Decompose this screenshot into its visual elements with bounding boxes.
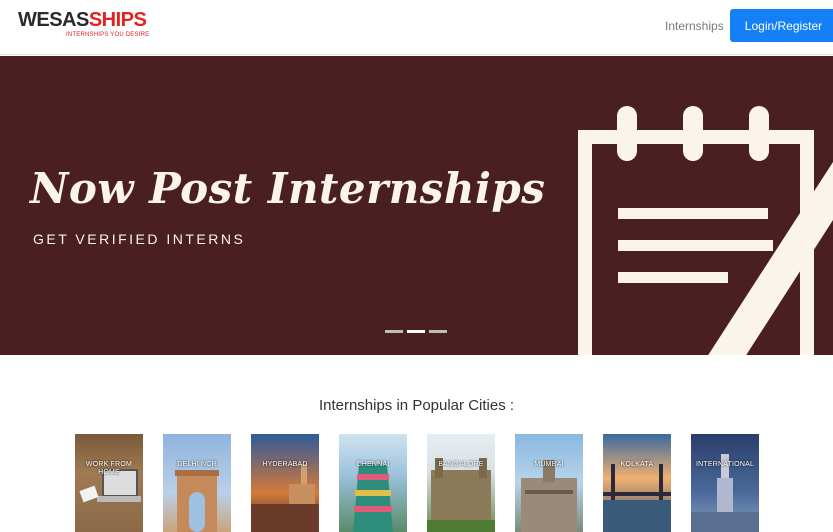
city-tile-kolkata[interactable]: KOLKATA [603, 434, 671, 532]
hero-subtitle: GET VERIFIED INTERNS [33, 231, 246, 247]
hero-carousel: Now Post Internships GET VERIFIED INTERN… [0, 56, 833, 355]
cst-station-image [521, 460, 577, 532]
city-tile-bangalore[interactable]: BANGALORE [427, 434, 495, 532]
temple-image [353, 464, 393, 532]
city-label: HYDERABAD [262, 461, 308, 468]
carousel-indicator-2[interactable] [407, 330, 425, 333]
city-tile-hyderabad[interactable]: HYDERABAD [251, 434, 319, 532]
city-label: DELHI NCR [177, 461, 217, 468]
logo-text-accent: SHIPS [88, 9, 147, 31]
india-gate-image [175, 470, 219, 532]
city-label: CHENNAI [356, 461, 390, 468]
navbar: WESASSHIPS INTERNSHIPS YOU DESIRE Intern… [0, 0, 833, 55]
logo-text-primary: WESAS [18, 9, 89, 31]
laptop-image [79, 469, 141, 503]
city-tile-work-from-home[interactable]: WORK FROM HOME [75, 434, 143, 532]
city-tile-mumbai[interactable]: MUMBAI [515, 434, 583, 532]
login-register-button[interactable]: Login/Register [730, 9, 833, 42]
popular-cities-heading: Internships in Popular Cities : [318, 397, 515, 414]
carousel-indicators [385, 330, 447, 333]
empire-state-image [691, 454, 759, 532]
internships-dropdown-label: Internships [665, 19, 724, 33]
city-label: WORK FROM HOME [85, 461, 133, 476]
city-tile-international[interactable]: INTERNATIONAL [691, 434, 759, 532]
city-tile-delhi-ncr[interactable]: DELHI NCR [163, 434, 231, 532]
notepad-pencil-icon [578, 106, 833, 355]
city-label: INTERNATIONAL [695, 461, 755, 468]
city-label: KOLKATA [620, 461, 654, 468]
carousel-indicator-3[interactable] [429, 330, 447, 333]
city-label: MUMBAI [534, 461, 564, 468]
carousel-indicator-1[interactable] [385, 330, 403, 333]
brand-logo[interactable]: WESASSHIPS INTERNSHIPS YOU DESIRE [18, 9, 149, 39]
howrah-bridge-image [603, 464, 671, 532]
city-tile-chennai[interactable]: CHENNAI [339, 434, 407, 532]
hero-title: Now Post Internships [30, 164, 546, 213]
logo-tagline: INTERNSHIPS YOU DESIRE [66, 32, 150, 38]
charminar-image [251, 464, 319, 532]
city-label: BANGALORE [438, 461, 484, 468]
palace-image [427, 458, 495, 532]
internships-dropdown[interactable]: Internships [665, 19, 738, 33]
